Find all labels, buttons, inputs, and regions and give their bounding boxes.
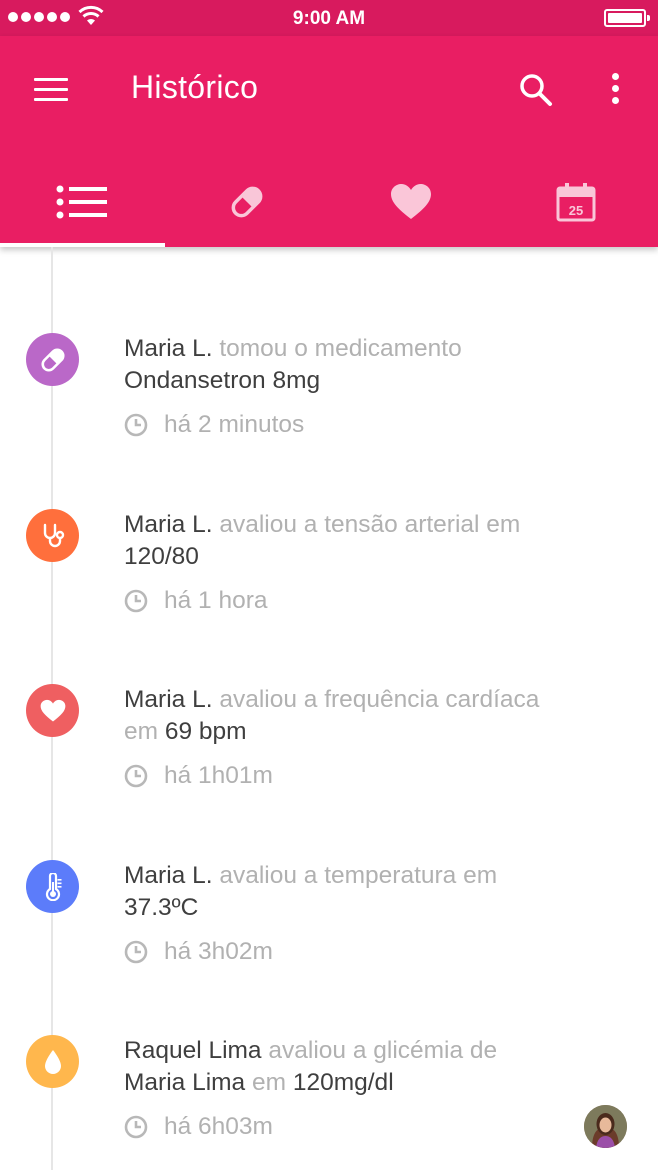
glucose-badge xyxy=(26,1035,79,1088)
clock-icon xyxy=(124,1115,148,1139)
list-item[interactable]: Raquel Lima avaliou a glicémia de Maria … xyxy=(0,1035,658,1170)
tab-bar: 25 xyxy=(0,156,658,247)
timestamp: há 6h03m xyxy=(124,1113,273,1141)
temperature-badge xyxy=(26,860,79,913)
timeline-entry-text: Raquel Lima avaliou a glicémia de Maria … xyxy=(124,1035,614,1099)
timeline-entry-text: Maria L. tomou o medicamento Ondansetron… xyxy=(124,333,614,397)
tab-health[interactable] xyxy=(329,156,494,247)
clock-icon xyxy=(124,764,148,788)
actor-name: Maria L. xyxy=(124,335,213,362)
list-item[interactable]: Maria L. tomou o medicamento Ondansetron… xyxy=(0,333,658,483)
medication-badge xyxy=(26,333,79,386)
tab-calendar[interactable]: 25 xyxy=(494,156,658,247)
more-options-button[interactable] xyxy=(610,73,622,105)
action-text: avaliou a glicémia de xyxy=(261,1037,498,1064)
tab-medication[interactable] xyxy=(165,156,330,247)
list-item[interactable]: Maria L. avaliou a temperatura em 37.3ºC… xyxy=(0,860,658,1010)
clock-icon xyxy=(124,589,148,613)
battery-icon xyxy=(604,9,650,27)
timestamp: há 1 hora xyxy=(124,587,268,615)
pill-icon xyxy=(231,186,263,217)
status-time: 9:00 AM xyxy=(292,8,366,29)
value-text: 69 bpm xyxy=(164,718,247,745)
actor-name: Raquel Lima xyxy=(124,1037,262,1064)
connector-text: em xyxy=(245,1069,293,1096)
app-bar: Histórico 25 xyxy=(0,36,658,247)
list-icon xyxy=(56,185,108,218)
search-icon[interactable] xyxy=(518,72,554,108)
subject-name: Maria Lima xyxy=(124,1069,246,1096)
value-text: Ondansetron 8mg xyxy=(124,367,321,394)
clock-icon xyxy=(124,413,148,437)
stethoscope-icon xyxy=(43,523,64,547)
timeline-entry-text: Maria L. avaliou a tensão arterial em 12… xyxy=(124,509,614,573)
list-item[interactable]: Maria L. avaliou a tensão arterial em 12… xyxy=(0,509,658,659)
value-text: 120/80 xyxy=(124,543,199,570)
menu-button[interactable] xyxy=(34,78,70,102)
calendar-day: 25 xyxy=(569,203,583,218)
timestamp: há 1h01m xyxy=(124,762,273,790)
action-text: avaliou a frequência cardíaca xyxy=(212,686,540,713)
value-text: 120mg/dl xyxy=(292,1069,394,1096)
list-item[interactable]: Maria L. avaliou a frequência cardíaca e… xyxy=(0,684,658,834)
value-text: 37.3ºC xyxy=(124,894,199,921)
heart-rate-badge xyxy=(26,684,79,737)
heart-icon xyxy=(40,699,65,722)
drop-icon xyxy=(44,1049,61,1074)
timestamp: há 2 minutos xyxy=(124,411,304,439)
actor-name: Maria L. xyxy=(124,511,213,538)
action-text: tomou o medicamento xyxy=(212,335,462,362)
timeline-entry-text: Maria L. avaliou a temperatura em 37.3ºC xyxy=(124,860,614,924)
timestamp: há 3h02m xyxy=(124,938,273,966)
thermometer-icon xyxy=(45,872,61,901)
clock-icon xyxy=(124,940,148,964)
pill-icon xyxy=(40,347,65,372)
connector-text: em xyxy=(124,718,165,745)
user-photo-icon xyxy=(584,1105,627,1148)
pressure-badge xyxy=(26,509,79,562)
actor-name: Maria L. xyxy=(124,862,213,889)
calendar-icon: 25 xyxy=(556,182,596,221)
timeline-entry-text: Maria L. avaliou a frequência cardíaca e… xyxy=(124,684,614,748)
actor-name: Maria L. xyxy=(124,686,213,713)
page-title: Histórico xyxy=(131,69,259,105)
tab-list[interactable] xyxy=(0,156,165,247)
action-text: avaliou a tensão arterial em xyxy=(212,511,521,538)
action-text: avaliou a temperatura em xyxy=(212,862,498,889)
heart-icon xyxy=(391,183,432,219)
avatar[interactable] xyxy=(584,1105,627,1148)
status-bar: 9:00 AM xyxy=(0,0,658,36)
